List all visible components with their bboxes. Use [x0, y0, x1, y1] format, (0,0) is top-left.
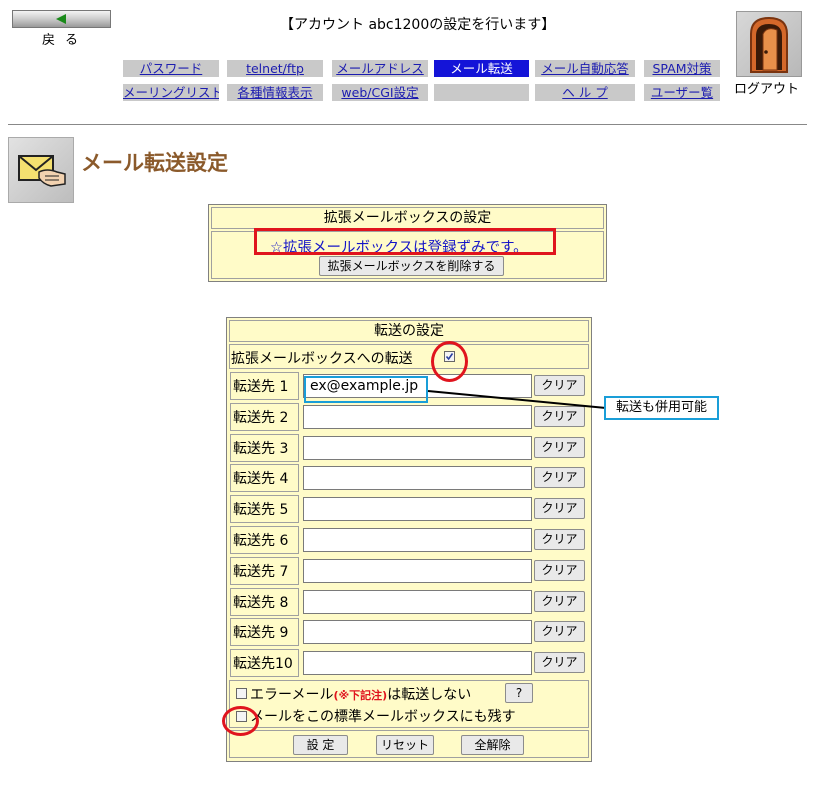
clear-destination-button[interactable]: クリア [534, 436, 585, 458]
delete-extended-mailbox-button[interactable]: 拡張メールボックスを削除する [319, 256, 504, 276]
annotation-connector-line [427, 390, 607, 409]
forward-options: エラーメール(※下記注)は転送しない ? メールをこの標準メールボックスにも残す [229, 680, 589, 728]
clear-destination-button[interactable]: クリア [534, 529, 585, 550]
forward-to-ext-label: 拡張メールボックスへの転送 [231, 351, 413, 367]
extended-mailbox-heading: 拡張メールボックスの設定 [211, 207, 604, 229]
set-button[interactable]: 設 定 [293, 735, 348, 755]
annotation-checkbox-circle [431, 341, 468, 382]
forward-destination-label: 転送先 4 [230, 464, 299, 493]
clear-destination-button[interactable]: クリア [534, 590, 585, 612]
reset-button[interactable]: リセット [376, 735, 434, 755]
page-title: メール転送設定 [81, 151, 228, 175]
forward-destination-label: 転送先 7 [230, 556, 299, 585]
nav-spam[interactable]: SPAM対策 [644, 60, 720, 77]
nav-mail-address[interactable]: メールアドレス [332, 60, 428, 77]
clear-all-button[interactable]: 全解除 [461, 735, 524, 755]
forward-destination-label: 転送先 2 [230, 402, 299, 431]
forward-destination-label: 転送先 8 [230, 587, 299, 616]
clear-destination-button[interactable]: クリア [534, 652, 585, 674]
nav-telnet-ftp[interactable]: telnet/ftp [227, 60, 323, 77]
annotation-status-highlight [254, 228, 556, 255]
logout-label[interactable]: ログアウト [734, 78, 799, 97]
forward-destination-input[interactable] [303, 497, 532, 522]
nav-web-cgi[interactable]: web/CGI設定 [332, 84, 428, 101]
clear-destination-button[interactable]: クリア [534, 621, 585, 643]
logout-door-icon[interactable] [736, 11, 802, 77]
error-mail-prefix: エラーメール [250, 687, 334, 703]
forward-destination-input[interactable] [303, 466, 532, 491]
forward-actions: 設 定 リセット 全解除 [229, 730, 589, 758]
annotation-callout: 転送も併用可能 [604, 396, 719, 420]
back-arrow-icon [56, 14, 66, 24]
keep-copy-label: メールをこの標準メールボックスにも残す [250, 709, 516, 725]
error-mail-suffix: は転送しない [387, 687, 472, 703]
error-mail-checkbox[interactable] [236, 688, 247, 699]
forward-destination-label: 転送先 1 [230, 372, 299, 400]
forward-destination-input[interactable] [303, 589, 532, 614]
nav-help[interactable]: ヘ ル プ [535, 84, 635, 101]
error-mail-label: エラーメール(※下記注)は転送しない [250, 684, 471, 704]
back-button[interactable] [12, 10, 111, 28]
page-header-title: 【アカウント abc1200の設定を行います】 [280, 17, 556, 33]
forward-destination-label: 転送先 9 [230, 618, 299, 647]
nav-mailing-list[interactable]: メーリングリスト [123, 84, 219, 101]
nav-blank [434, 84, 529, 101]
nav-info-display[interactable]: 各種情報表示 [227, 84, 323, 101]
mail-forward-icon [8, 137, 74, 203]
forward-destination-input[interactable] [303, 620, 532, 645]
clear-destination-button[interactable]: クリア [534, 559, 585, 581]
header-divider [8, 124, 807, 125]
clear-destination-button[interactable]: クリア [534, 498, 585, 520]
forward-settings-heading: 転送の設定 [229, 320, 589, 342]
clear-destination-button[interactable]: クリア [534, 467, 585, 489]
back-label[interactable]: 戻る [42, 29, 88, 48]
error-mail-help-button[interactable]: ? [505, 683, 533, 703]
nav-user-list[interactable]: ユーザー覧 [644, 84, 720, 101]
annotation-address-highlight [304, 376, 428, 403]
forward-destination-input[interactable] [303, 651, 532, 676]
forward-destination-label: 転送先 3 [230, 433, 299, 462]
forward-destination-label: 転送先10 [230, 649, 299, 678]
nav-password[interactable]: パスワード [123, 60, 219, 77]
annotation-keep-circle [222, 706, 259, 736]
forward-destination-input[interactable] [303, 435, 532, 460]
forward-to-ext-row: 拡張メールボックスへの転送 [229, 344, 589, 369]
forward-destination-label: 転送先 6 [230, 526, 299, 554]
forward-destination-input[interactable] [303, 558, 532, 583]
main-nav: パスワード telnet/ftp メールアドレス メール転送 メール自動応答 S… [123, 60, 723, 104]
forward-destination-input[interactable] [303, 528, 532, 552]
error-mail-note: (※下記注) [333, 689, 388, 702]
nav-mail-forward[interactable]: メール転送 [434, 60, 529, 77]
nav-auto-reply[interactable]: メール自動応答 [535, 60, 635, 77]
forward-destination-label: 転送先 5 [230, 495, 299, 524]
